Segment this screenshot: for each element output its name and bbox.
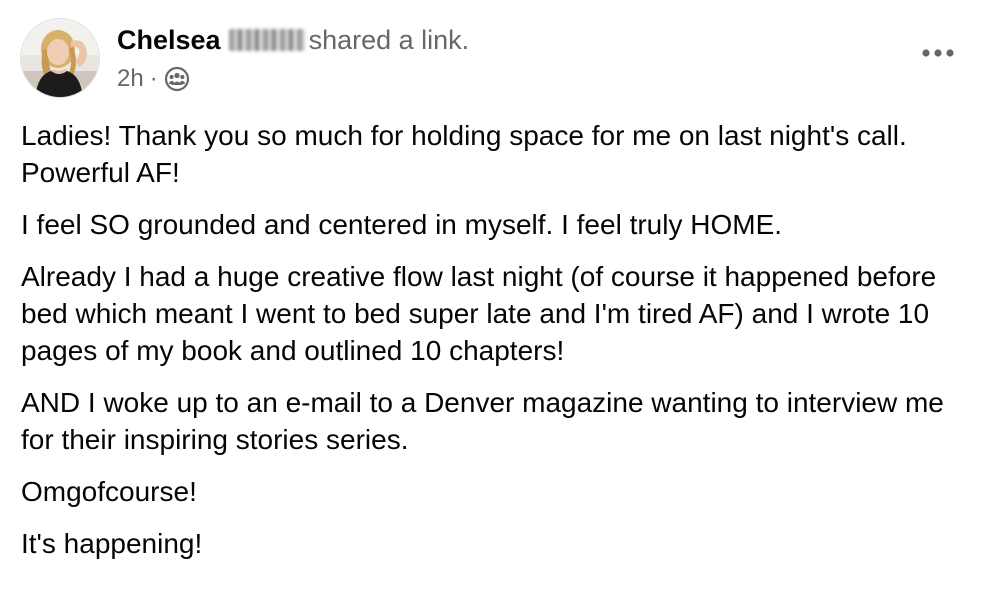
post-paragraph: Omgofcourse! [21,476,197,507]
author-line: Chelsea shared a link. [117,24,469,56]
post-card: Chelsea shared a link. 2h · Ladies! Than… [0,0,982,590]
post-action-text: shared a link. [308,25,470,55]
redacted-last-name [228,29,305,51]
post-timestamp[interactable]: 2h [117,64,144,94]
post-paragraph: I feel SO grounded and centered in mysel… [21,209,783,240]
post-header: Chelsea shared a link. 2h · [20,18,960,102]
post-paragraph: AND I woke up to an e-mail to a Denver m… [21,387,944,455]
post-paragraph: Ladies! Thank you so much for holding sp… [21,120,907,188]
group-audience-icon[interactable] [164,66,190,92]
post-paragraph: Already I had a huge creative flow last … [21,261,937,366]
meta-separator: · [149,65,158,92]
post-paragraph: It's happening! [21,528,203,559]
post-meta: 2h · [117,64,190,94]
avatar[interactable] [20,18,100,98]
more-options-button[interactable] [916,38,960,68]
more-options-icon [922,49,954,57]
post-body: Ladies! Thank you so much for holding sp… [21,117,956,577]
author-name[interactable]: Chelsea [117,25,221,55]
